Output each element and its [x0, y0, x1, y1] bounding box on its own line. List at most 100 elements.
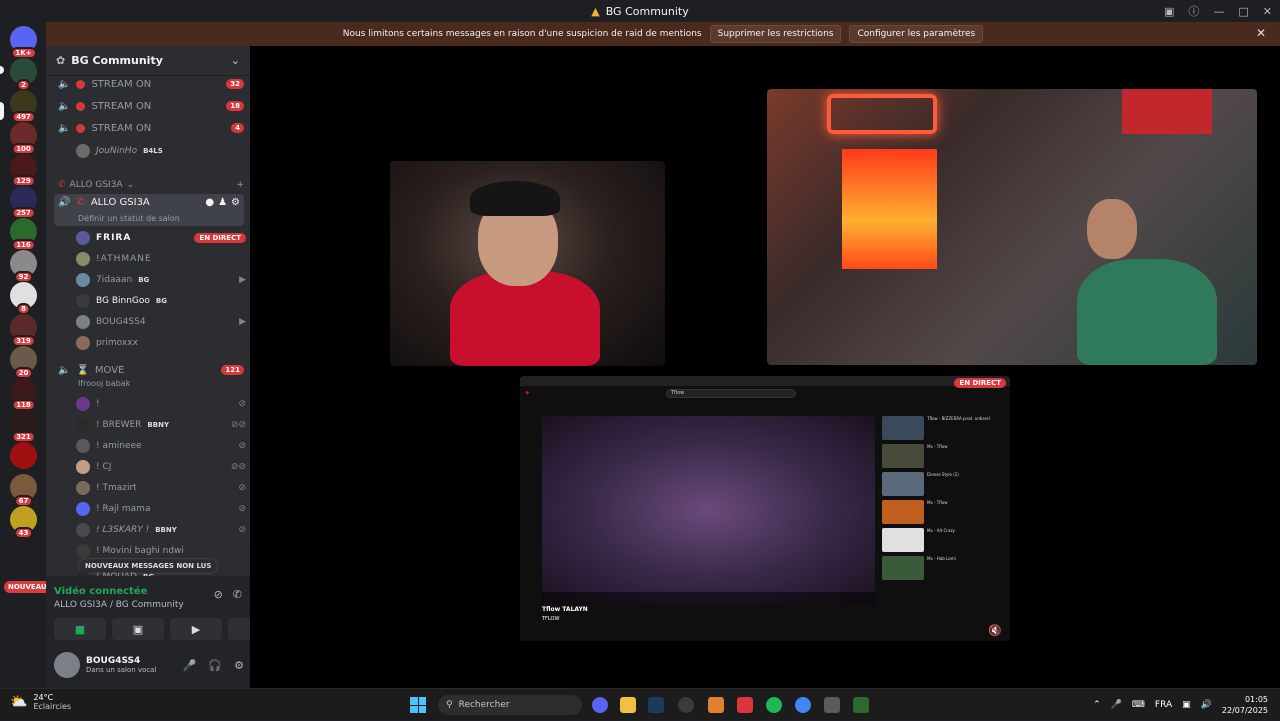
voice-user[interactable]: ! ⊘ [76, 394, 246, 414]
volume-muted-icon[interactable]: 🔇 [988, 624, 1002, 637]
configure-settings-button[interactable]: Configurer les paramètres [849, 25, 984, 43]
category-allo-gsi3a[interactable]: ✆ ALLO GSI3A ⌄ + [58, 177, 244, 193]
noise-suppression-icon[interactable]: ⊘ [214, 588, 223, 601]
deafened-icon: ⊘ [238, 504, 246, 514]
video-tile[interactable] [390, 161, 665, 366]
server-icon[interactable]: 100 [10, 122, 37, 155]
activity-button[interactable]: ▶ [170, 618, 222, 640]
help-icon[interactable]: ⓘ [1188, 3, 1199, 19]
server-icon[interactable]: 257 [10, 186, 37, 219]
voice-user[interactable]: ! Rajl mama ⊘ [76, 499, 246, 519]
voice-status[interactable]: Vidéo connectée [54, 586, 147, 597]
screen-share-button[interactable]: ▣ [112, 618, 164, 640]
guild-header[interactable]: ✿ BG Community ⌄ [46, 46, 250, 76]
server-icon[interactable]: 67 [10, 474, 37, 507]
inbox-icon[interactable]: ▣ [1164, 5, 1174, 18]
network-icon[interactable]: ▣ [1182, 700, 1191, 710]
channel-stream-on[interactable]: 🔈 STREAM ON 18 [54, 96, 244, 116]
discord-app-icon[interactable] [592, 697, 608, 713]
thumbnail [882, 528, 924, 552]
server-icon[interactable]: 8 [10, 282, 37, 315]
voice-user[interactable]: primoxxx [76, 333, 246, 353]
channel-stream-on[interactable]: 🔈 STREAM ON 4 [54, 118, 244, 138]
maximize-button[interactable]: □ [1238, 5, 1248, 18]
video-tile[interactable] [767, 89, 1257, 365]
voice-user[interactable]: BOUG4SS4 ▶ [76, 312, 246, 332]
voice-location[interactable]: ALLO GSI3A / BG Community [54, 600, 184, 610]
server-icon[interactable]: 321 [10, 410, 37, 443]
date: 22/07/2025 [1221, 706, 1268, 715]
language-indicator[interactable]: FRA [1155, 700, 1172, 710]
deafened-icon: ⊘ [238, 441, 246, 451]
minimize-button[interactable]: — [1213, 5, 1224, 18]
voice-user[interactable]: ! L3SKARY ! BBNY ⊘ [76, 520, 246, 540]
server-icon[interactable]: 129 [10, 154, 37, 187]
voice-user[interactable]: !ATHMANE [76, 249, 246, 269]
clock[interactable]: 01:05 22/07/2025 [1222, 694, 1268, 716]
weather-widget[interactable]: ⛅ 24°C Eclaircies [10, 693, 71, 711]
gear-icon[interactable]: ⚙ [234, 659, 244, 672]
voice-user[interactable]: ! BREWER BBNY ⊘⊘ [76, 415, 246, 435]
server-icon[interactable]: 92 [10, 250, 37, 283]
channel-label: STREAM ON [91, 100, 152, 112]
steam-app-icon[interactable] [648, 697, 664, 713]
channel-stream-on[interactable]: 🔈 STREAM ON 32 [54, 74, 244, 94]
avatar [76, 294, 90, 308]
voice-user[interactable]: ! CJ ⊘⊘ [76, 457, 246, 477]
voice-user[interactable]: BG BinnGoo BG [76, 291, 246, 311]
server-icon[interactable]: 20 [10, 346, 37, 379]
server-icon[interactable]: 319 [10, 314, 37, 347]
gear-icon[interactable]: ⚙ [231, 197, 240, 208]
headphones-icon[interactable]: 🎧 [208, 659, 222, 672]
plus-icon[interactable]: + [236, 180, 244, 190]
server-icon[interactable]: 43 [10, 506, 37, 539]
speaker-icon: 🔊 [58, 197, 71, 208]
flag [1122, 89, 1212, 134]
volume-icon[interactable]: 🔊 [1201, 700, 1212, 710]
live-badge: EN DIRECT [194, 233, 246, 243]
user-tag: B4LS [143, 147, 163, 155]
chat-icon[interactable]: ● [205, 197, 214, 208]
screen-share-tile[interactable]: ▶ Tflow Tflow TALAYN TFLOW Tflow - BIZZE… [520, 376, 1010, 641]
members-icon[interactable]: ♟ [218, 197, 227, 208]
chrome-app-icon[interactable] [795, 697, 811, 713]
badge: 43 [13, 527, 34, 539]
server-icon[interactable] [10, 442, 37, 469]
voice-user[interactable]: FRIRA EN DIRECT [76, 228, 246, 248]
user-tag: BBNY [155, 526, 177, 534]
server-icon[interactable]: 116 [10, 218, 37, 251]
taskbar-search[interactable]: ⚲ Rechercher [438, 695, 582, 715]
avatar[interactable] [54, 652, 80, 678]
camera-button[interactable]: ■ [54, 618, 106, 640]
home-button[interactable]: 1K+ [10, 26, 37, 59]
chevron-up-icon[interactable]: ⌃ [1093, 700, 1101, 710]
file-explorer-icon[interactable] [620, 697, 636, 713]
app-icon[interactable] [708, 697, 724, 713]
server-icon[interactable]: 118 [10, 378, 37, 411]
soundboard-button[interactable]: ✦ [228, 618, 250, 640]
microphone-icon[interactable]: 🎤 [183, 659, 197, 672]
app-icon[interactable] [737, 697, 753, 713]
microphone-icon[interactable]: 🎤 [1111, 700, 1122, 710]
user-info[interactable]: BOUG4SS4 Dans un salon vocal [86, 656, 156, 674]
remove-restrictions-button[interactable]: Supprimer les restrictions [709, 25, 842, 43]
channel-status[interactable]: Définir un statut de salon [78, 214, 180, 223]
app-icon[interactable] [678, 697, 694, 713]
start-button[interactable] [410, 697, 426, 713]
app-icon[interactable] [824, 697, 840, 713]
keyboard-icon[interactable]: ⌨ [1132, 700, 1145, 710]
voice-user[interactable]: 7idaaan BG ▶ [76, 270, 246, 290]
voice-user[interactable]: JouNinHo B4LS [76, 141, 246, 161]
voice-user[interactable]: ! amineee ⊘ [76, 436, 246, 456]
voice-user[interactable]: ! Tmazirt ⊘ [76, 478, 246, 498]
disconnect-icon[interactable]: ✆ [233, 588, 242, 601]
user-name: ! Tmazirt [96, 483, 137, 493]
new-badge[interactable]: NOUVEAU [4, 581, 51, 593]
close-button[interactable]: ✕ [1263, 5, 1272, 18]
server-icon[interactable]: 497 [10, 90, 37, 123]
close-icon[interactable]: ✕ [1256, 26, 1266, 40]
spotify-app-icon[interactable] [766, 697, 782, 713]
channel-move[interactable]: 🔈 ⌛ MOVE 121 [54, 360, 244, 380]
server-icon[interactable]: 2 [10, 58, 37, 91]
app-icon[interactable] [853, 697, 869, 713]
